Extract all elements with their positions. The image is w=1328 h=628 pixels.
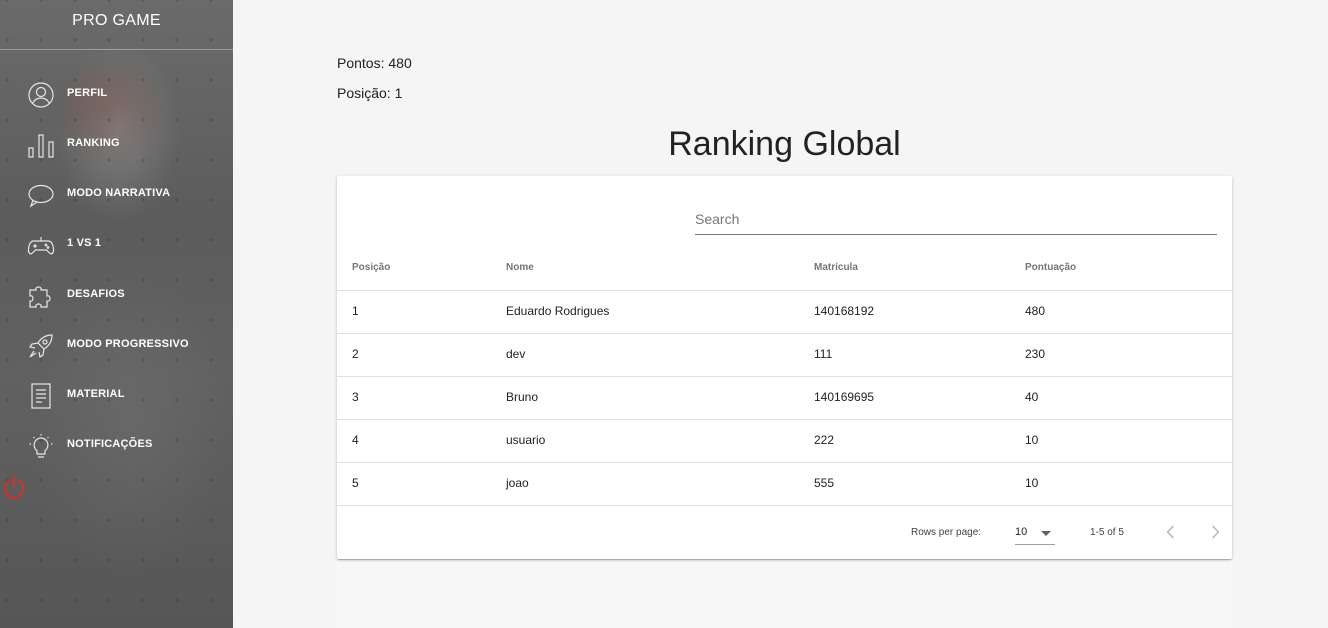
rows-per-page-select[interactable]: 10 [1015,522,1055,545]
column-header-posicao[interactable]: Posição [352,262,390,273]
position-text: Posição: 1 [337,85,403,101]
speech-bubble-icon [27,181,55,209]
document-icon [27,382,55,410]
cell-pontuacao: 10 [1025,476,1039,490]
cell-matricula: 222 [814,433,835,447]
caret-down-icon [1041,531,1051,536]
column-header-matricula[interactable]: Matrícula [814,262,858,273]
chevron-right-icon [1203,525,1227,548]
previous-page-button[interactable] [1159,520,1183,544]
rows-per-page-label: Rows per page: [911,527,982,538]
points-text: Pontos: 480 [337,55,412,71]
bar-chart-icon [27,131,55,159]
column-header-pontuacao[interactable]: Pontuação [1025,262,1076,273]
column-header-nome[interactable]: Nome [506,262,534,273]
cell-matricula: 111 [814,347,833,361]
sidebar-item-material[interactable]: MATERIAL [0,374,233,418]
sidebar-item-modo-progressivo[interactable]: MODO PROGRESSIVO [0,324,233,368]
rows-per-page-value: 10 [1015,526,1028,538]
sidebar-item-label: RANKING [67,137,120,149]
chevron-left-icon [1159,525,1183,548]
sidebar-item-perfil[interactable]: PERFIL [0,73,233,117]
cell-pontuacao: 10 [1025,433,1039,447]
user-circle-icon [27,81,55,109]
cell-matricula: 140169695 [814,390,875,404]
table-row[interactable]: 4 usuario 222 10 [337,420,1232,463]
cell-pontuacao: 480 [1025,304,1046,318]
content-background [337,555,1232,628]
sidebar-item-label: 1 VS 1 [67,237,102,249]
sidebar-item-1vs1[interactable]: 1 VS 1 [0,223,233,267]
rocket-icon [27,332,55,360]
sidebar-item-label: PERFIL [67,87,108,99]
sidebar-item-label: MODO NARRATIVA [67,187,171,199]
sidebar-item-notificacoes[interactable]: NOTIFICAÇÕES [0,424,233,468]
cell-posicao: 2 [352,347,359,361]
sidebar-item-desafios[interactable]: DESAFIOS [0,274,233,318]
sidebar-item-label: MODO PROGRESSIVO [67,338,189,350]
cell-pontuacao: 230 [1025,347,1046,361]
search-input[interactable] [695,204,1217,235]
table-header: Posição Nome Matrícula Pontuação [337,248,1232,291]
app-brand: PRO GAME [0,0,233,50]
sidebar-item-label: MATERIAL [67,388,125,400]
cell-pontuacao: 40 [1025,390,1039,404]
cell-nome: Bruno [506,390,539,404]
sidebar-item-ranking[interactable]: RANKING [0,123,233,167]
sidebar-item-label: NOTIFICAÇÕES [67,438,153,450]
gamepad-icon [27,231,55,259]
cell-nome: Eduardo Rodrigues [506,304,610,318]
cell-posicao: 4 [352,433,359,447]
table-row[interactable]: 2 dev 111 230 [337,334,1232,377]
sidebar: PRO GAME PERFIL RANKING MODO NARRATIVA 1… [0,0,233,628]
cell-nome: usuario [506,433,546,447]
cell-matricula: 555 [814,476,835,490]
sidebar-item-label: DESAFIOS [67,288,125,300]
ranking-table-card: Posição Nome Matrícula Pontuação 1 Eduar… [337,176,1232,559]
pagination-range: 1-5 of 5 [1090,527,1124,538]
page-title: Ranking Global [668,125,901,163]
cell-nome: dev [506,347,526,361]
cell-nome: joao [506,476,529,490]
cell-matricula: 140168192 [814,304,875,318]
power-icon [2,474,26,506]
puzzle-icon [27,282,55,310]
sidebar-item-modo-narrativa[interactable]: MODO NARRATIVA [0,173,233,217]
logout-button[interactable] [2,472,26,504]
table-row[interactable]: 1 Eduardo Rodrigues 140168192 480 [337,291,1232,334]
app-title: PRO GAME [72,12,161,29]
next-page-button[interactable] [1203,520,1227,544]
table-row[interactable]: 5 joao 555 10 [337,463,1232,506]
lightbulb-icon [27,432,55,460]
cell-posicao: 3 [352,390,359,404]
table-row[interactable]: 3 Bruno 140169695 40 [337,377,1232,420]
cell-posicao: 1 [352,304,359,318]
table-pagination: Rows per page: 10 1-5 of 5 [337,506,1232,558]
cell-posicao: 5 [352,476,359,490]
